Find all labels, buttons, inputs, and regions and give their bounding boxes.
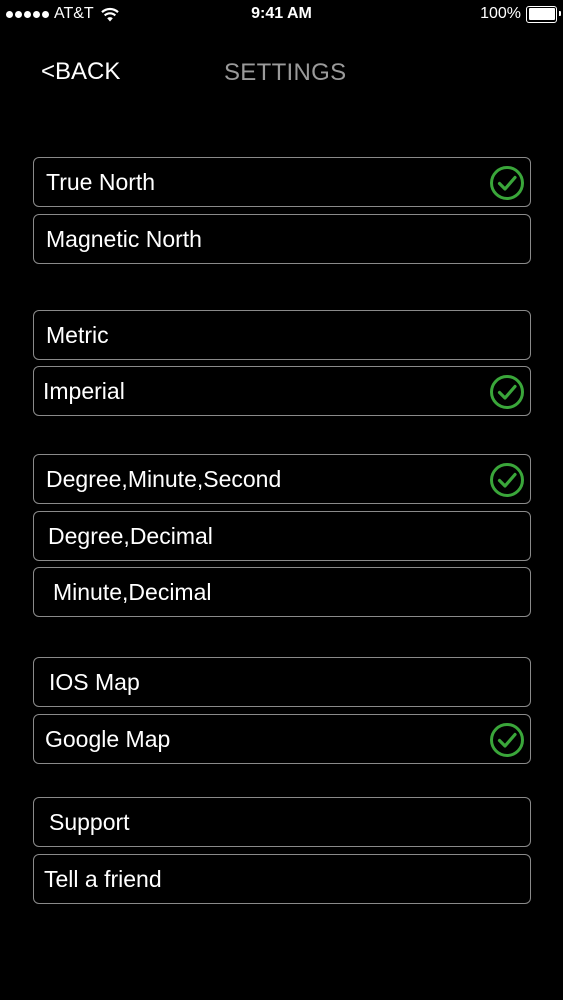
- option-label: Google Map: [45, 726, 171, 752]
- option-label: Degree,Decimal: [48, 523, 213, 549]
- page-title: SETTINGS: [224, 59, 347, 86]
- checkmark-icon: [490, 463, 524, 497]
- battery-icon: [526, 5, 561, 23]
- option-label: Metric: [46, 322, 109, 348]
- option-label: Degree,Minute,Second: [46, 466, 282, 492]
- status-time: 9:41 AM: [251, 5, 312, 22]
- battery-percentage: 100%: [480, 5, 521, 22]
- option-label: Tell a friend: [44, 866, 162, 892]
- back-button[interactable]: <BACK: [41, 58, 120, 86]
- option-degree-minute-second[interactable]: Degree,Minute,Second: [33, 454, 531, 504]
- option-minute-decimal[interactable]: Minute,Decimal: [33, 567, 531, 617]
- status-right: 100%: [480, 5, 561, 23]
- option-label: Support: [49, 809, 130, 835]
- option-true-north[interactable]: True North: [33, 157, 531, 207]
- checkmark-icon: [490, 723, 524, 757]
- option-label: Magnetic North: [46, 226, 202, 252]
- option-label: Imperial: [43, 378, 125, 404]
- option-google-map[interactable]: Google Map: [33, 714, 531, 764]
- option-imperial[interactable]: Imperial: [33, 366, 531, 416]
- battery-fill: [528, 8, 555, 20]
- option-label: IOS Map: [49, 669, 140, 695]
- tell-a-friend-button[interactable]: Tell a friend: [33, 854, 531, 904]
- option-degree-decimal[interactable]: Degree,Decimal: [33, 511, 531, 561]
- option-metric[interactable]: Metric: [33, 310, 531, 360]
- option-magnetic-north[interactable]: Magnetic North: [33, 214, 531, 264]
- option-label: Minute,Decimal: [53, 579, 212, 605]
- checkmark-icon: [490, 375, 524, 409]
- status-bar: AT&T 9:41 AM 100%: [0, 0, 563, 28]
- option-ios-map[interactable]: IOS Map: [33, 657, 531, 707]
- checkmark-icon: [490, 166, 524, 200]
- option-label: True North: [46, 169, 156, 195]
- support-button[interactable]: Support: [33, 797, 531, 847]
